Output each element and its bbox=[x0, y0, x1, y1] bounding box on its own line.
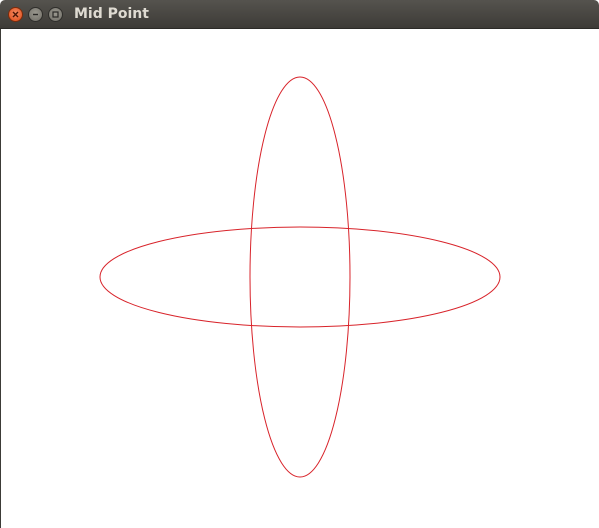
drawing-canvas[interactable] bbox=[1, 29, 599, 528]
drawing-surface bbox=[99, 76, 501, 478]
minimize-button[interactable] bbox=[28, 7, 43, 22]
horizontal-ellipse bbox=[99, 226, 501, 328]
window-title: Mid Point bbox=[74, 6, 149, 22]
minimize-icon bbox=[33, 13, 38, 16]
vertical-ellipse bbox=[249, 76, 351, 478]
close-icon bbox=[12, 11, 19, 18]
app-window: Mid Point bbox=[0, 0, 599, 528]
close-button[interactable] bbox=[8, 7, 23, 22]
maximize-icon bbox=[52, 11, 59, 18]
maximize-button[interactable] bbox=[48, 7, 63, 22]
title-bar[interactable]: Mid Point bbox=[0, 0, 599, 29]
